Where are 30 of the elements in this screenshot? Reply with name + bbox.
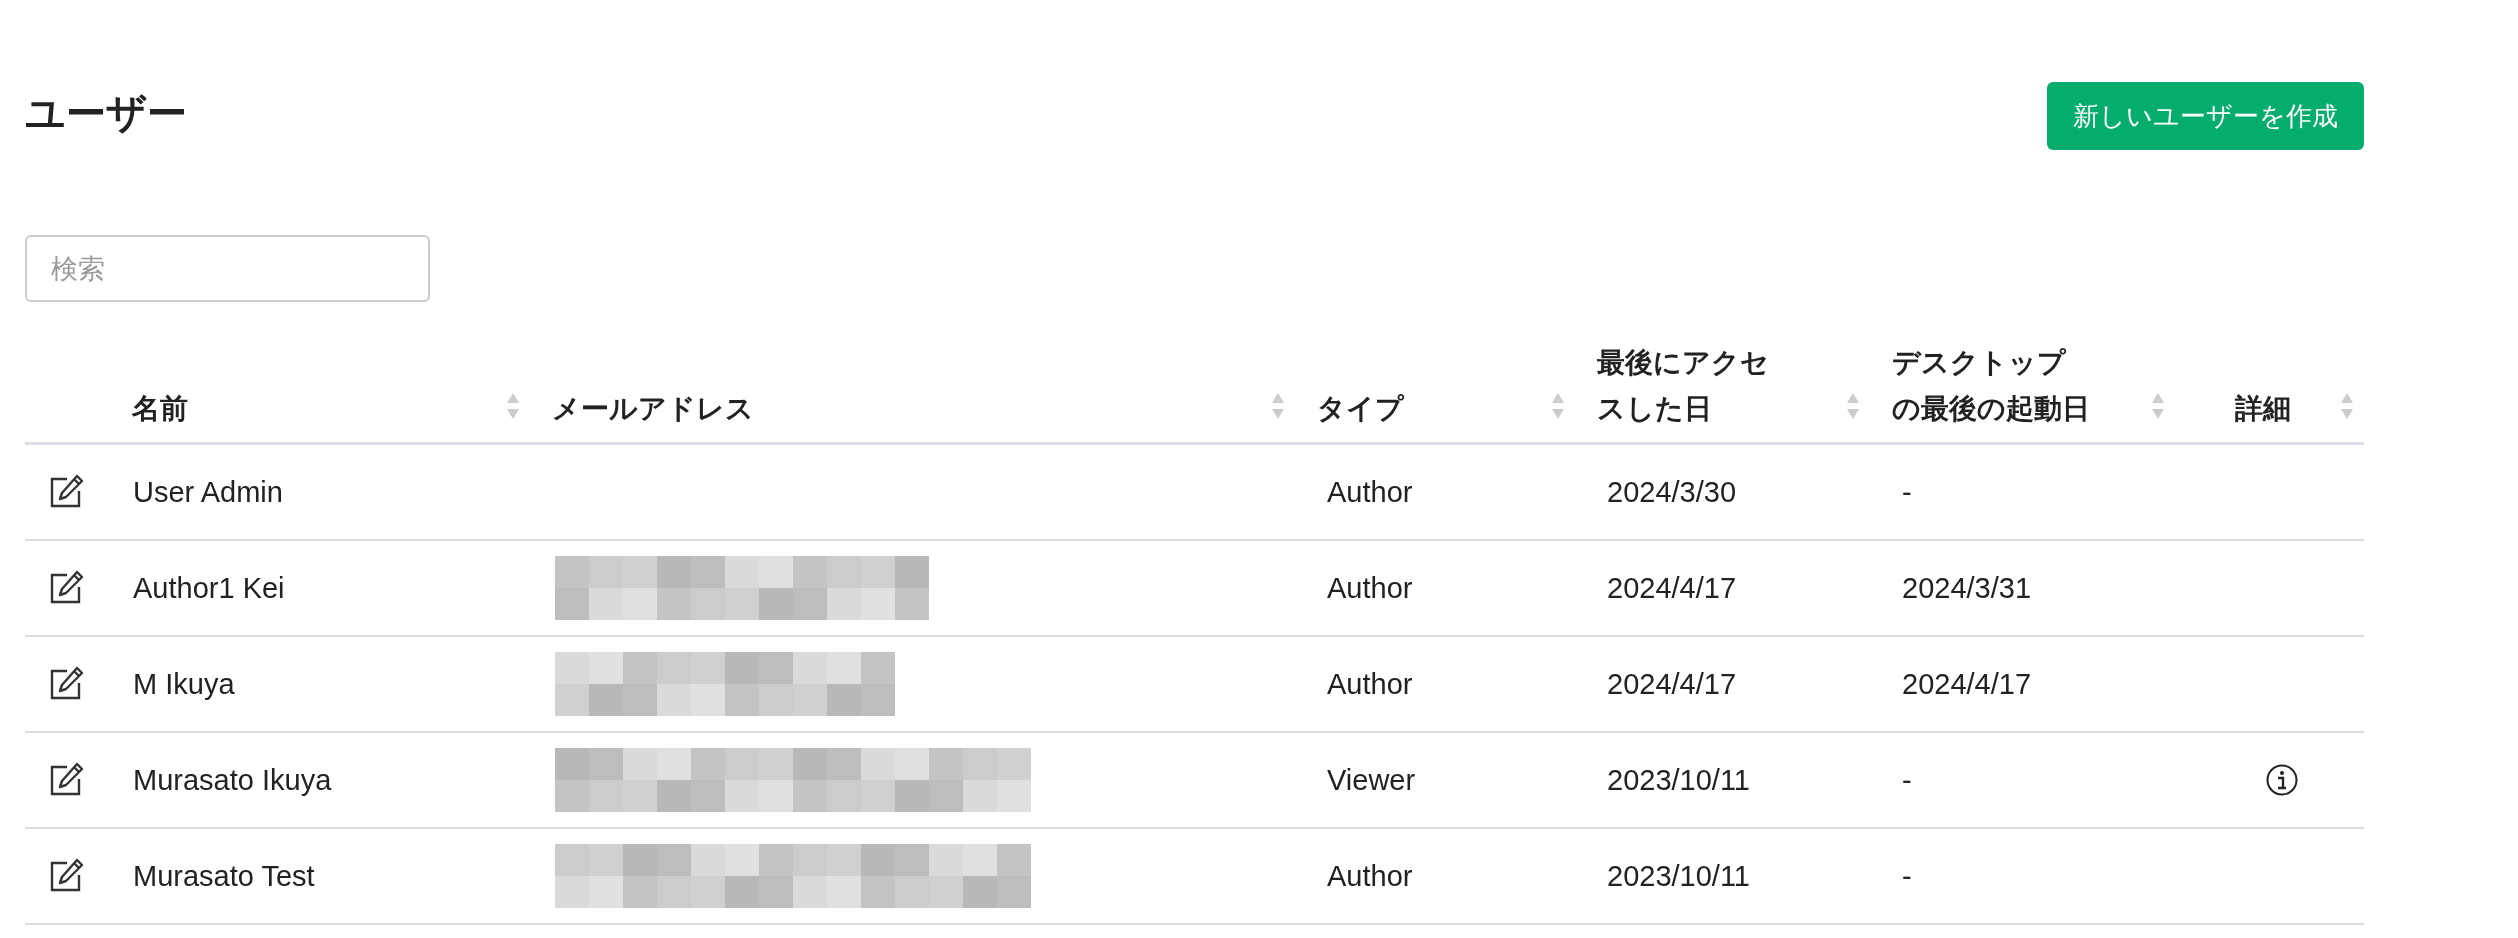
table-cell: 2023/10/11 [1575,829,1870,925]
column-header: 詳細 [2235,391,2291,427]
table-cell: Murasato Test [110,829,530,925]
table-cell: Viewer [1295,733,1575,829]
table-cell: 2024/3/31 [1870,541,2175,637]
table-cell: 2024/4/17 [1575,541,1870,637]
table-cell: Author [1295,541,1575,637]
page-title: ユーザー [25,89,187,138]
column-header: タイプ [1317,391,1404,427]
table-cell: - [1870,733,2175,829]
table-cell: Author [1295,445,1575,541]
column-header: 名前 [132,391,188,427]
info-icon[interactable] [2265,763,2299,797]
table-cell: 2023/10/11 [1575,733,1870,829]
table-cell: Author1 Kei [110,541,530,637]
column-header: デスクトップの最後の起動日 [1892,345,2091,427]
create-user-button[interactable]: 新しいユーザーを作成 [2047,82,2364,150]
column-header: メールアドレス [552,391,754,427]
search-field[interactable]: 検索 [25,235,430,302]
table-cell: - [1870,829,2175,925]
table-cell: 2024/4/17 [1575,637,1870,733]
table-cell: Murasato Ikuya [110,733,530,829]
column-header: 最後にアクセスした日 [1597,345,1770,427]
table-cell: 2024/3/30 [1575,445,1870,541]
table-cell: 2024/4/17 [1870,637,2175,733]
table-cell: Author [1295,637,1575,733]
table-cell: - [1870,445,2175,541]
table-cell: Author [1295,829,1575,925]
table-cell: User Admin [110,445,530,541]
table-cell: M Ikuya [110,637,530,733]
